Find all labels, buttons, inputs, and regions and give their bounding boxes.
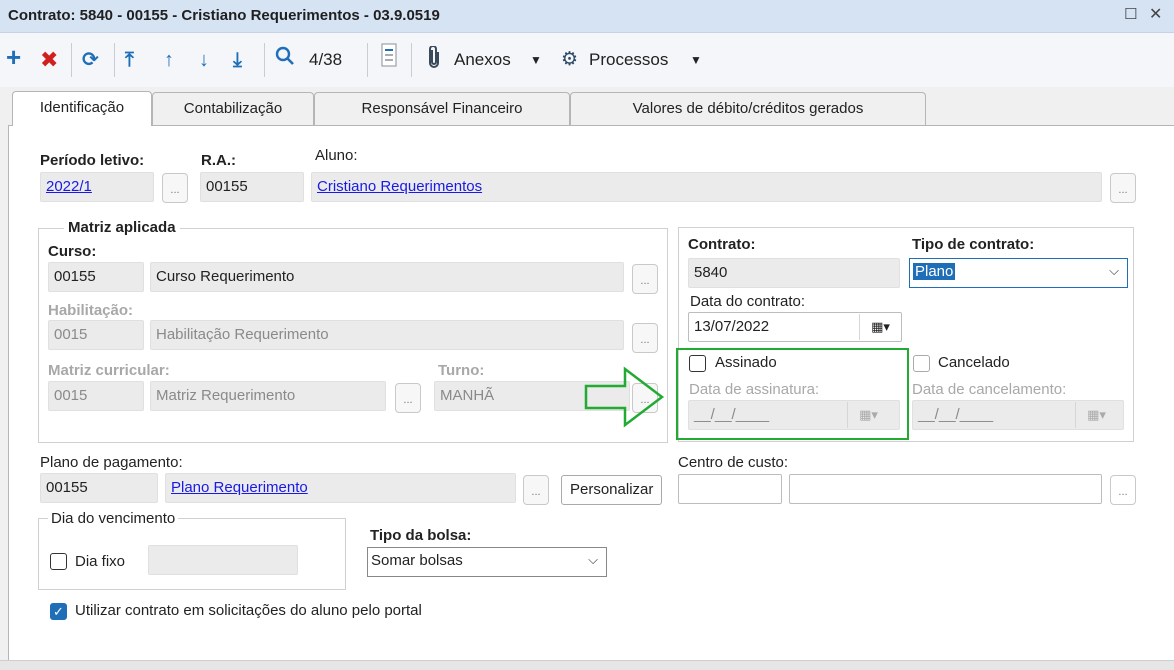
tipo-bolsa-label: Tipo da bolsa:: [370, 527, 472, 544]
personalizar-button[interactable]: Personalizar: [561, 475, 663, 505]
ra-field[interactable]: 00155: [200, 172, 304, 202]
portal-checkbox[interactable]: ✓: [50, 603, 67, 620]
matriz-code-field: 0015: [48, 381, 144, 411]
tipo-bolsa-value: Somar bolsas: [371, 552, 463, 569]
maximize-icon[interactable]: ☐: [1124, 5, 1137, 23]
tipo-contrato-select[interactable]: Plano ⌵: [909, 258, 1128, 288]
portal-label: Utilizar contrato em solicitações do alu…: [75, 602, 422, 619]
data-assinatura-label: Data de assinatura:: [689, 381, 820, 398]
dia-fixo-checkbox[interactable]: [50, 553, 67, 570]
data-cancelamento-field: __/__/____ ▦▾: [912, 400, 1124, 430]
last-icon[interactable]: ⤓: [233, 46, 242, 74]
assinado-label: Assinado: [715, 354, 777, 371]
dia-vencimento-title: Dia do vencimento: [48, 510, 179, 527]
curso-code-field[interactable]: 00155: [48, 262, 144, 292]
plus-icon[interactable]: +: [6, 43, 21, 71]
aluno-link[interactable]: Cristiano Requerimentos: [317, 178, 482, 195]
tab-valores[interactable]: Valores de débito/créditos gerados: [570, 92, 926, 125]
matriz-curricular-label: Matriz curricular:: [48, 362, 170, 379]
matriz-title: Matriz aplicada: [64, 219, 180, 236]
next-icon[interactable]: ↓: [199, 46, 209, 74]
window-title: Contrato: 5840 - 00155 - Cristiano Reque…: [8, 7, 440, 24]
chevron-down-icon[interactable]: ⌵: [588, 552, 598, 568]
tab-responsavel-financeiro[interactable]: Responsável Financeiro: [314, 92, 570, 125]
calendar-icon: ▦▾: [1075, 402, 1117, 428]
matriz-name-field: Matriz Requerimento: [150, 381, 386, 411]
plano-link[interactable]: Plano Requerimento: [171, 479, 308, 496]
plano-lookup-button[interactable]: ...: [523, 475, 549, 505]
toolbar-separator: [114, 43, 115, 77]
data-cancelamento-value: __/__/____: [918, 406, 994, 423]
chevron-down-icon[interactable]: ▼: [530, 46, 542, 74]
habilitacao-code-field: 0015: [48, 320, 144, 350]
first-icon[interactable]: ⤒: [125, 46, 134, 74]
ra-label: R.A.:: [201, 152, 236, 169]
delete-icon[interactable]: ✖: [40, 46, 58, 74]
chevron-down-icon[interactable]: ▼: [690, 46, 702, 74]
processes-button[interactable]: Processos: [589, 46, 668, 74]
toolbar: + ✖ ⟳ ⤒ ↑ ↓ ⤓ 4/38 Anexos ▼ ⚙ Processos …: [0, 33, 1174, 87]
centro-custo-lookup-button[interactable]: ...: [1110, 475, 1136, 505]
habilitacao-label: Habilitação:: [48, 302, 134, 319]
cancelado-checkbox: [913, 355, 930, 372]
calendar-icon[interactable]: ▦▾: [859, 314, 901, 340]
search-icon[interactable]: [275, 46, 295, 74]
periodo-label: Período letivo:: [40, 152, 145, 169]
status-bar: [0, 660, 1174, 670]
paperclip-icon: [428, 45, 440, 74]
toolbar-separator: [367, 43, 368, 77]
centro-custo-name-field[interactable]: [789, 474, 1102, 504]
data-contrato-field[interactable]: 13/07/2022 ▦▾: [688, 312, 902, 342]
dia-fixo-label: Dia fixo: [75, 553, 126, 570]
toolbar-separator: [264, 43, 265, 77]
toolbar-separator: [411, 43, 412, 77]
centro-custo-label: Centro de custo:: [678, 454, 789, 471]
attachments-button[interactable]: Anexos: [454, 46, 511, 74]
curso-lookup-button[interactable]: ...: [632, 264, 658, 294]
tab-identificacao[interactable]: Identificação: [12, 91, 152, 126]
habilitacao-name-field: Habilitação Requerimento: [150, 320, 624, 350]
periodo-lookup-button[interactable]: ...: [162, 173, 188, 203]
chevron-down-icon[interactable]: ⌵: [1109, 263, 1119, 279]
refresh-icon[interactable]: ⟳: [82, 46, 99, 74]
turno-label: Turno:: [438, 362, 485, 379]
assinado-checkbox[interactable]: [689, 355, 706, 372]
aluno-lookup-button[interactable]: ...: [1110, 173, 1136, 203]
cancelado-label: Cancelado: [938, 354, 1010, 371]
record-counter: 4/38: [309, 50, 343, 69]
title-bar: Contrato: 5840 - 00155 - Cristiano Reque…: [0, 0, 1174, 33]
contrato-label: Contrato:: [688, 236, 756, 253]
periodo-link[interactable]: 2022/1: [46, 178, 92, 195]
highlight-arrow-icon: [584, 366, 665, 428]
previous-icon[interactable]: ↑: [164, 46, 174, 74]
close-icon[interactable]: ✕: [1149, 4, 1162, 24]
contrato-field[interactable]: 5840: [688, 258, 900, 288]
gear-icon: ⚙: [561, 49, 579, 70]
periodo-field[interactable]: 2022/1: [40, 172, 154, 202]
tab-contabilizacao[interactable]: Contabilização: [152, 92, 314, 125]
data-contrato-label: Data do contrato:: [690, 293, 806, 310]
toolbar-separator: [71, 43, 72, 77]
plano-code-field[interactable]: 00155: [40, 473, 158, 503]
habilitacao-lookup-button[interactable]: ...: [632, 323, 658, 353]
plano-label: Plano de pagamento:: [40, 454, 183, 471]
tipo-contrato-value: Plano: [913, 263, 956, 280]
plano-name-field[interactable]: Plano Requerimento: [165, 473, 516, 503]
calendar-icon: ▦▾: [847, 402, 889, 428]
dia-fixo-field: [148, 545, 298, 575]
aluno-label: Aluno:: [315, 147, 358, 164]
tipo-bolsa-select[interactable]: Somar bolsas ⌵: [367, 547, 607, 577]
data-assinatura-value: __/__/____: [694, 406, 770, 423]
curso-label: Curso:: [48, 243, 97, 260]
matriz-lookup-button[interactable]: ...: [395, 383, 421, 413]
curso-name-field[interactable]: Curso Requerimento: [150, 262, 624, 292]
list-icon[interactable]: [381, 43, 397, 71]
centro-custo-code-field[interactable]: [678, 474, 782, 504]
data-contrato-value: 13/07/2022: [694, 318, 770, 335]
aluno-field[interactable]: Cristiano Requerimentos: [311, 172, 1102, 202]
data-cancelamento-label: Data de cancelamento:: [912, 381, 1067, 398]
data-assinatura-field: __/__/____ ▦▾: [688, 400, 900, 430]
tipo-contrato-label: Tipo de contrato:: [912, 236, 1035, 253]
